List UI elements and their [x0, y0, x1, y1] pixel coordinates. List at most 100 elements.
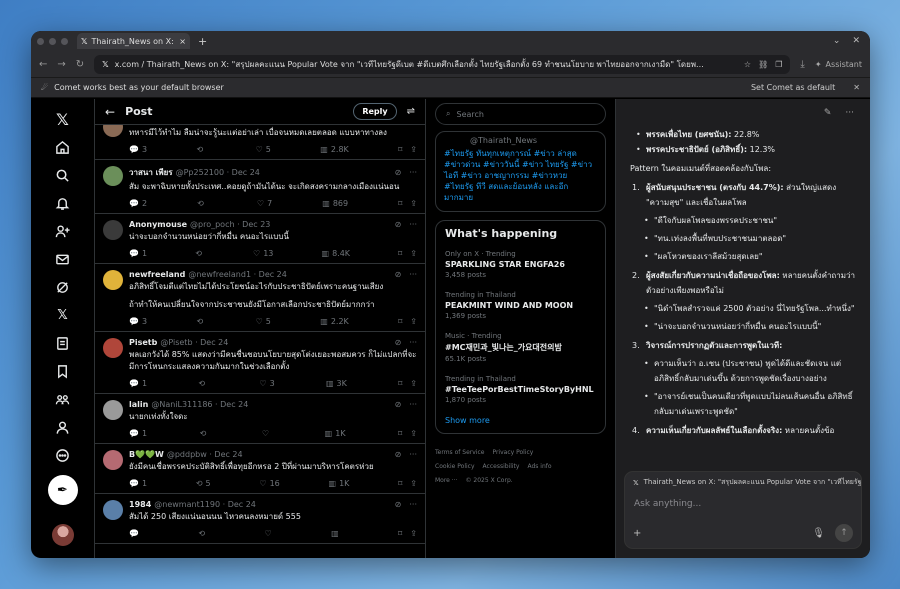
views-action[interactable]: ▥ 8.4K — [322, 249, 351, 258]
bookmark-icon[interactable]: ⌑ — [398, 145, 402, 154]
grok-icon[interactable]: ⊘ — [395, 338, 402, 347]
bookmark-icon[interactable]: ⌑ — [398, 429, 402, 438]
grok-icon[interactable]: ⊘ — [395, 500, 402, 509]
share-icon[interactable]: ⇪ — [410, 429, 417, 438]
footer-link[interactable]: More ··· — [435, 477, 458, 484]
like-action[interactable]: ♡ 13 — [253, 249, 273, 258]
context-chip[interactable]: 𝕏 Thairath_News on X: "สรุปผลคะแนน Popul… — [625, 472, 861, 493]
bookmark-icon[interactable]: ⌑ — [398, 379, 402, 388]
avatar[interactable] — [103, 270, 123, 290]
close-tab-icon[interactable]: × — [179, 37, 186, 46]
close-infobar-icon[interactable]: ✕ — [853, 83, 860, 92]
search-icon[interactable] — [49, 161, 77, 189]
home-icon[interactable] — [49, 133, 77, 161]
views-action[interactable]: ▥ 2.8K — [320, 145, 349, 154]
tweet-row[interactable]: newfreeland @newfreeland1 · Dec 24 ⊘ ··· อภิ… — [95, 264, 425, 332]
profile-bio-card[interactable]: @Thairath_News #ไทยรัฐ ทันทุกเหตุการณ์ #… — [435, 131, 606, 212]
tweet-row[interactable]: Pisetb @Pisetb · Dec 24 ⊘ ··· พลเอกวังได้ 85… — [95, 332, 425, 394]
views-action[interactable]: ▥ 3K — [326, 379, 347, 388]
trend-item[interactable]: Trending in Thailand PEAKMINT WIND AND MO… — [445, 291, 596, 320]
footer-link[interactable]: Terms of Service — [435, 449, 484, 456]
more-dots-icon[interactable]: ··· — [409, 450, 417, 459]
author-name[interactable]: B💚💚W — [129, 450, 164, 459]
set-default-button[interactable]: Set Comet as default — [751, 83, 835, 92]
like-action[interactable]: ♡ 16 — [259, 479, 279, 488]
avatar[interactable] — [103, 125, 123, 137]
footer-link[interactable]: Accessibility — [483, 463, 520, 470]
author-name[interactable]: Pisetb — [129, 338, 157, 347]
bookmark-icon[interactable]: ⌑ — [398, 317, 402, 326]
repost-action[interactable]: ⟲ 5 — [196, 479, 211, 488]
footer-link[interactable]: © 2025 X Corp. — [466, 477, 513, 484]
views-action[interactable]: ▥ 869 — [322, 199, 348, 208]
share-icon[interactable]: ⇪ — [410, 529, 417, 538]
like-action[interactable]: ♡ 5 — [256, 317, 271, 326]
more-dots-icon[interactable]: ··· — [409, 270, 417, 279]
show-more-link[interactable]: Show more — [445, 416, 596, 425]
trend-item[interactable]: Music · Trending #MC재민과_빛나는_가요대전의밤 65.1K p… — [445, 332, 596, 363]
share-icon[interactable]: ⇪ — [410, 479, 417, 488]
author-name[interactable]: newfreeland — [129, 270, 185, 279]
avatar[interactable] — [103, 166, 123, 186]
reply-action[interactable]: 💬 1 — [129, 379, 147, 388]
account-avatar[interactable] — [51, 524, 74, 546]
window-controls[interactable] — [37, 37, 77, 45]
tweet-row[interactable]: 1984 @newmant1190 · Dec 24 ⊘ ··· สัมได้ 250 … — [95, 494, 425, 544]
author-handle[interactable]: @pro_poch · Dec 23 — [190, 220, 270, 229]
back-arrow-icon[interactable]: ← — [39, 59, 47, 70]
reply-action[interactable]: 💬 1 — [129, 249, 147, 258]
more-dots-icon[interactable]: ··· — [409, 400, 417, 409]
grok-icon[interactable]: ⊘ — [395, 220, 402, 229]
repost-action[interactable]: ⟲ — [197, 199, 207, 208]
avatar[interactable] — [103, 450, 123, 470]
back-arrow-icon[interactable]: ← — [105, 105, 115, 119]
ask-input[interactable]: Ask anything... — [625, 493, 861, 515]
like-action[interactable]: ♡ — [265, 529, 275, 538]
tweet-row[interactable]: วาสนา เพียร @Pp252100 · Dec 24 ⊘ ··· สัม จะพ… — [95, 160, 425, 214]
copy-icon[interactable]: ❐ — [775, 60, 782, 69]
tweet-row[interactable]: B💚💚W @pddpbw · Dec 24 ⊘ ··· ยังมีคนเชื่อพรรค… — [95, 444, 425, 494]
tweet-row[interactable]: Anonymouse @pro_poch · Dec 23 ⊘ ··· น่าจะบอก… — [95, 214, 425, 264]
add-attachment-icon[interactable]: + — [633, 528, 641, 539]
grok-icon[interactable]: ⊘ — [395, 270, 402, 279]
new-chat-pencil-icon[interactable]: ✎ — [824, 108, 832, 118]
footer-link[interactable]: Ads info — [527, 463, 551, 470]
more-dots-icon[interactable]: ··· — [409, 220, 417, 229]
views-action[interactable]: ▥ 1K — [325, 429, 346, 438]
grok-icon[interactable]: ⊘ — [395, 400, 402, 409]
bookmark-star-icon[interactable]: ☆ — [744, 60, 751, 69]
repost-action[interactable]: ⟲ — [195, 249, 205, 258]
send-button[interactable]: ↑ — [835, 524, 853, 542]
views-action[interactable]: ▥ 2.2K — [320, 317, 349, 326]
views-action[interactable]: ▥ 1K — [329, 479, 350, 488]
author-handle[interactable]: @Pisetb · Dec 24 — [160, 338, 228, 347]
profile-icon[interactable] — [49, 413, 77, 441]
avatar[interactable] — [103, 500, 123, 520]
microphone-icon[interactable]: 🎙 — [812, 528, 825, 539]
more-options-icon[interactable]: ··· — [845, 108, 854, 118]
grok-icon[interactable]: ⊘ — [395, 450, 402, 459]
author-handle[interactable]: @newfreeland1 · Dec 24 — [188, 270, 287, 279]
like-action[interactable]: ♡ 5 — [256, 145, 271, 154]
footer-link[interactable]: Privacy Policy — [492, 449, 533, 456]
reply-action[interactable]: 💬 1 — [129, 429, 147, 438]
footer-link[interactable]: Cookie Policy — [435, 463, 475, 470]
download-icon[interactable]: ⤓ — [800, 59, 804, 70]
grok-icon[interactable] — [49, 273, 77, 301]
like-action[interactable]: ♡ — [262, 429, 272, 438]
x-premium-icon[interactable]: 𝕏 — [49, 301, 77, 329]
author-handle[interactable]: @newmant1190 · Dec 24 — [154, 500, 256, 509]
more-dots-icon[interactable]: ··· — [409, 168, 417, 177]
author-handle[interactable]: @pddpbw · Dec 24 — [167, 450, 243, 459]
sort-replies-icon[interactable]: ⇌ — [407, 106, 415, 117]
trend-item[interactable]: Only on X · Trending SPARKLING STAR ENGFA… — [445, 250, 596, 279]
messages-envelope-icon[interactable] — [49, 245, 77, 273]
lists-icon[interactable] — [49, 329, 77, 357]
like-action[interactable]: ♡ 3 — [259, 379, 274, 388]
views-action[interactable]: ▥ — [331, 529, 342, 538]
repost-action[interactable]: ⟲ — [196, 317, 206, 326]
avatar[interactable] — [103, 220, 123, 240]
reload-icon[interactable]: ↻ — [76, 59, 84, 70]
close-window-icon[interactable]: ✕ — [852, 36, 860, 46]
tweet-row[interactable]: lalin @NaniL311186 · Dec 24 ⊘ ··· นายกเท่งทั… — [95, 394, 425, 444]
